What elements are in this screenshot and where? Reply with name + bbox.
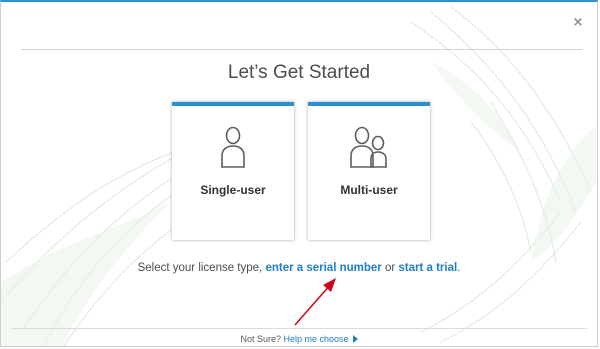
- license-dialog: × Let’s Get Started Single-user Multi-us…: [0, 0, 598, 347]
- enter-serial-number-link[interactable]: enter a serial number: [265, 262, 381, 274]
- annotation-arrow: [294, 278, 336, 326]
- play-triangle-icon[interactable]: [352, 335, 358, 343]
- footer-divider: [11, 328, 587, 329]
- single-user-label: Single-user: [200, 183, 266, 197]
- footer: Not Sure? Help me choose: [1, 334, 597, 344]
- header-divider: [21, 49, 583, 50]
- instruction-suffix: .: [457, 262, 461, 274]
- multi-user-label: Multi-user: [340, 183, 398, 197]
- close-button[interactable]: ×: [571, 16, 585, 30]
- start-trial-link[interactable]: start a trial: [398, 262, 457, 274]
- multi-user-card[interactable]: Multi-user: [308, 102, 430, 240]
- instruction-prefix: Select your license type,: [137, 262, 266, 274]
- help-me-choose-link[interactable]: Help me choose: [283, 334, 348, 344]
- instruction-middle: or: [381, 262, 399, 274]
- background-swoosh-art: [1, 6, 597, 346]
- multi-user-icon: [308, 126, 430, 170]
- single-user-icon: [172, 126, 294, 170]
- single-user-card[interactable]: Single-user: [172, 102, 294, 240]
- license-instruction: Select your license type, enter a serial…: [1, 262, 597, 274]
- page-title: Let’s Get Started: [227, 62, 371, 83]
- footer-prefix: Not Sure?: [240, 334, 284, 344]
